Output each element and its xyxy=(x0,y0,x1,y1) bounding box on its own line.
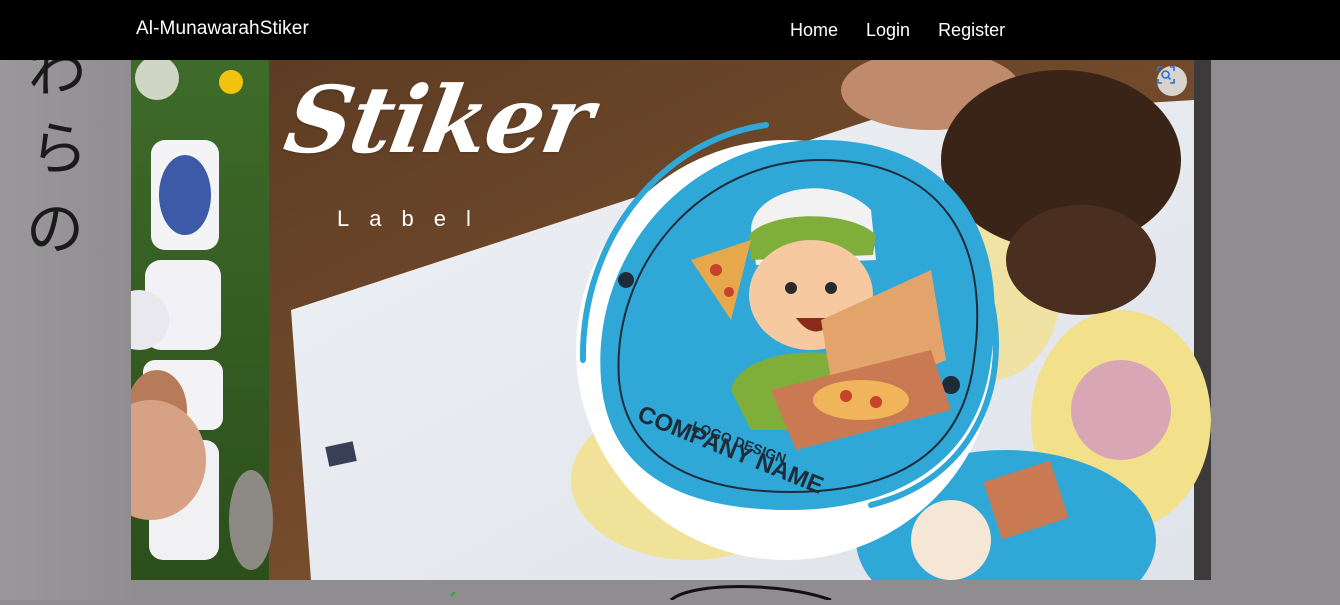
scan-zoom-icon xyxy=(1157,66,1175,84)
nav-item-register: Register xyxy=(924,20,1019,41)
brand-link[interactable]: Al-MunawarahStiker xyxy=(136,18,309,40)
background-glyph: の xyxy=(26,195,85,263)
background-sketch xyxy=(450,585,832,602)
nav-home-link[interactable]: Home xyxy=(776,20,852,41)
background-right-panel xyxy=(1211,60,1340,600)
background-bottom-strip xyxy=(131,580,1211,602)
image-zoom-button[interactable] xyxy=(1157,66,1187,96)
nav-links: Home Login Register xyxy=(776,0,1019,60)
hero-logo-word: Stiker xyxy=(277,66,600,174)
nav-login-link[interactable]: Login xyxy=(852,20,924,41)
nav-item-login: Login xyxy=(852,20,924,41)
nav-item-home: Home xyxy=(776,20,852,41)
hero-logo-subtitle: Label xyxy=(337,206,491,231)
background-glyph: ら xyxy=(30,115,89,183)
background-left-panel: わ ら の xyxy=(0,42,131,600)
hero-image: LOGO DESIGN COMPANY NAME Stiker Label xyxy=(131,60,1211,580)
nav-register-link[interactable]: Register xyxy=(924,20,1019,41)
navbar: Al-MunawarahStiker Home Login Register xyxy=(0,0,1340,60)
